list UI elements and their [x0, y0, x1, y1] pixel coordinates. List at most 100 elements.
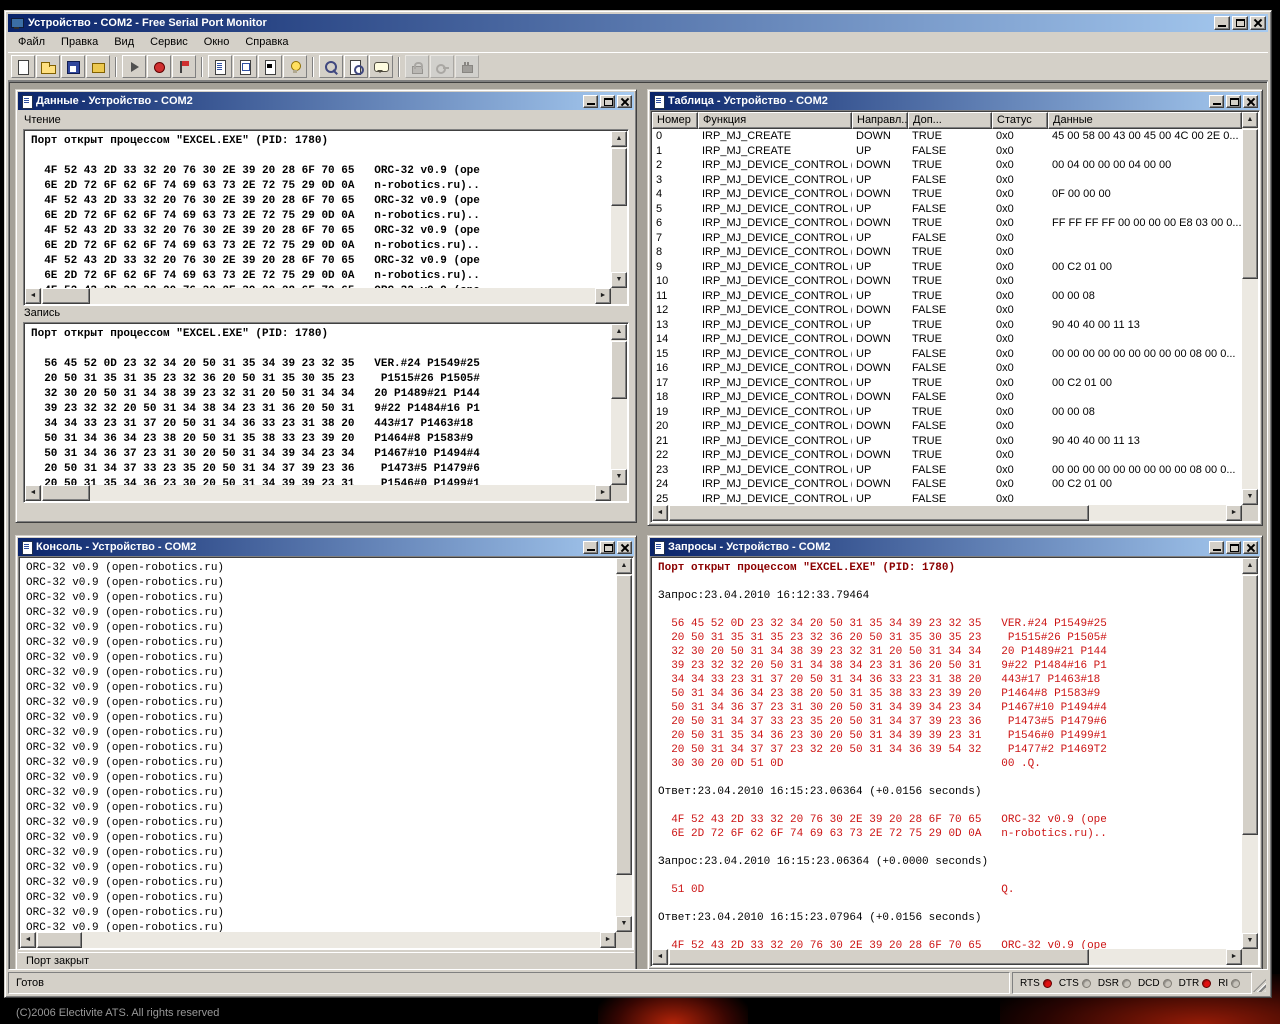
scroll-up-button[interactable]: ▲ [611, 131, 627, 147]
table-row[interactable]: 8IRP_MJ_DEVICE_CONTROL (IO...DOWNTRUE0x0 [652, 245, 1242, 260]
scrollbar-thumb[interactable] [37, 932, 82, 948]
scrollbar-thumb[interactable] [669, 949, 1089, 965]
console-vscrollbar[interactable]: ▲▼ [616, 558, 632, 932]
table-row[interactable]: 1IRP_MJ_CREATEUPFALSE0x0 [652, 144, 1242, 159]
toolbar-start-button[interactable] [122, 55, 146, 78]
table-row[interactable]: 16IRP_MJ_DEVICE_CONTROL (IO...DOWNFALSE0… [652, 361, 1242, 376]
scroll-down-button[interactable]: ▼ [1242, 489, 1258, 505]
scrollbar-thumb[interactable] [611, 148, 627, 206]
scroll-down-button[interactable]: ▼ [611, 272, 627, 288]
toolbar-save-button[interactable] [61, 55, 85, 78]
scrollbar-thumb[interactable] [611, 341, 627, 399]
scrollbar-thumb[interactable] [616, 575, 632, 875]
minimize-button[interactable] [583, 541, 598, 554]
scrollbar-thumb[interactable] [1242, 129, 1258, 279]
scroll-right-button[interactable]: ► [595, 288, 611, 304]
minimize-button[interactable] [1209, 95, 1224, 108]
toolbar-clear-button[interactable] [172, 55, 196, 78]
close-button[interactable] [617, 541, 632, 554]
scroll-down-button[interactable]: ▼ [611, 469, 627, 485]
table-row[interactable]: 24IRP_MJ_DEVICE_CONTROL (IO...DOWNFALSE0… [652, 477, 1242, 492]
console-window-titlebar[interactable]: Консоль - Устройство - COM2 [18, 538, 634, 556]
column-header-5[interactable]: Статус [992, 112, 1048, 129]
table-row[interactable]: 11IRP_MJ_DEVICE_CONTROL (IO...UPTRUE0x00… [652, 289, 1242, 304]
menu-file[interactable]: Файл [10, 33, 53, 51]
table-row[interactable]: 19IRP_MJ_DEVICE_CONTROL (IO...UPTRUE0x00… [652, 405, 1242, 420]
write-box[interactable]: Порт открыт процессом "EXCEL.EXE" (PID: … [23, 322, 629, 503]
table-row[interactable]: 6IRP_MJ_DEVICE_CONTROL (IO...DOWNTRUE0x0… [652, 216, 1242, 231]
scroll-up-button[interactable]: ▲ [1242, 558, 1258, 574]
close-button[interactable] [1243, 541, 1258, 554]
menu-service[interactable]: Сервис [142, 33, 196, 51]
table-row[interactable]: 14IRP_MJ_DEVICE_CONTROL (IO...DOWNTRUE0x… [652, 332, 1242, 347]
table-row[interactable]: 7IRP_MJ_DEVICE_CONTROL (IO...UPFALSE0x0 [652, 231, 1242, 246]
table-window-titlebar[interactable]: Таблица - Устройство - COM2 [650, 92, 1260, 110]
column-header-1[interactable]: Номер [652, 112, 698, 129]
scrollbar-thumb[interactable] [1242, 575, 1258, 835]
console-box[interactable]: ORC-32 v0.9 (open-robotics.ru)ORC-32 v0.… [18, 556, 634, 950]
toolbar-zoom-button[interactable] [319, 55, 343, 78]
read-hscrollbar[interactable]: ◄► [25, 288, 611, 304]
table-row[interactable]: 15IRP_MJ_DEVICE_CONTROL (IO...UPFALSE0x0… [652, 347, 1242, 362]
toolbar-new-button[interactable] [11, 55, 35, 78]
toolbar-open-button[interactable] [36, 55, 60, 78]
scrollbar-thumb[interactable] [42, 288, 90, 304]
menu-edit[interactable]: Правка [53, 33, 106, 51]
table-row[interactable]: 5IRP_MJ_DEVICE_CONTROL (IO...UPFALSE0x0 [652, 202, 1242, 217]
menu-view[interactable]: Вид [106, 33, 142, 51]
table-row[interactable]: 10IRP_MJ_DEVICE_CONTROL (IO...DOWNTRUE0x… [652, 274, 1242, 289]
scroll-left-button[interactable]: ◄ [25, 288, 41, 304]
table-row[interactable]: 23IRP_MJ_DEVICE_CONTROL (IO...UPFALSE0x0… [652, 463, 1242, 478]
read-box[interactable]: Порт открыт процессом "EXCEL.EXE" (PID: … [23, 129, 629, 306]
requests-window-titlebar[interactable]: Запросы - Устройство - COM2 [650, 538, 1260, 556]
close-button[interactable] [1250, 16, 1266, 30]
maximize-button[interactable] [1232, 16, 1248, 30]
table-row[interactable]: 2IRP_MJ_DEVICE_CONTROL (IO...DOWNTRUE0x0… [652, 158, 1242, 173]
close-button[interactable] [1243, 95, 1258, 108]
column-header-2[interactable]: Функция [698, 112, 852, 129]
table-vscrollbar[interactable]: ▲▼ [1242, 112, 1258, 505]
scrollbar-thumb[interactable] [669, 505, 1089, 521]
close-button[interactable] [617, 95, 632, 108]
table-row[interactable]: 21IRP_MJ_DEVICE_CONTROL (IO...UPTRUE0x09… [652, 434, 1242, 449]
toolbar-view-data-button[interactable] [208, 55, 232, 78]
table-row[interactable]: 4IRP_MJ_DEVICE_CONTROL (IO...DOWNTRUE0x0… [652, 187, 1242, 202]
scrollbar-thumb[interactable] [42, 485, 90, 501]
toolbar-stop-button[interactable] [147, 55, 171, 78]
minimize-button[interactable] [1214, 16, 1230, 30]
toolbar-export-button[interactable] [86, 55, 110, 78]
scroll-down-button[interactable]: ▼ [1242, 933, 1258, 949]
menu-window[interactable]: Окно [196, 33, 238, 51]
data-window-titlebar[interactable]: Данные - Устройство - COM2 [18, 92, 634, 110]
toolbar-view-console-button[interactable] [258, 55, 282, 78]
scroll-left-button[interactable]: ◄ [652, 505, 668, 521]
scroll-left-button[interactable]: ◄ [20, 932, 36, 948]
minimize-button[interactable] [1209, 541, 1224, 554]
requests-box[interactable]: Порт открыт процессом "EXCEL.EXE" (PID: … [650, 556, 1260, 967]
minimize-button[interactable] [583, 95, 598, 108]
scroll-right-button[interactable]: ► [1226, 505, 1242, 521]
scroll-right-button[interactable]: ► [600, 932, 616, 948]
column-header-6[interactable]: Данные [1048, 112, 1242, 129]
table-row[interactable]: 9IRP_MJ_DEVICE_CONTROL (IO...UPTRUE0x000… [652, 260, 1242, 275]
maximize-button[interactable] [1226, 95, 1241, 108]
requests-hscrollbar[interactable]: ◄► [652, 949, 1242, 965]
requests-vscrollbar[interactable]: ▲▼ [1242, 558, 1258, 949]
table-row[interactable]: 17IRP_MJ_DEVICE_CONTROL (IO...UPTRUE0x00… [652, 376, 1242, 391]
table-row[interactable]: 20IRP_MJ_DEVICE_CONTROL (IO...DOWNFALSE0… [652, 419, 1242, 434]
toolbar-view-requests-button[interactable] [283, 55, 307, 78]
console-hscrollbar[interactable]: ◄► [20, 932, 616, 948]
scroll-right-button[interactable]: ► [595, 485, 611, 501]
resize-grip[interactable] [1253, 979, 1266, 992]
table-row[interactable]: 0IRP_MJ_CREATEDOWNTRUE0x045 00 58 00 43 … [652, 129, 1242, 144]
table-row[interactable]: 25IRP_MJ_DEVICE_CONTROL (IO...UPFALSE0x0 [652, 492, 1242, 506]
maximize-button[interactable] [600, 541, 615, 554]
read-vscrollbar[interactable]: ▲▼ [611, 131, 627, 288]
scroll-down-button[interactable]: ▼ [616, 916, 632, 932]
write-vscrollbar[interactable]: ▲▼ [611, 324, 627, 485]
scroll-up-button[interactable]: ▲ [611, 324, 627, 340]
toolbar-view-table-button[interactable] [233, 55, 257, 78]
table-row[interactable]: 18IRP_MJ_DEVICE_CONTROL (IO...DOWNFALSE0… [652, 390, 1242, 405]
toolbar-find-button[interactable] [344, 55, 368, 78]
scroll-left-button[interactable]: ◄ [652, 949, 668, 965]
